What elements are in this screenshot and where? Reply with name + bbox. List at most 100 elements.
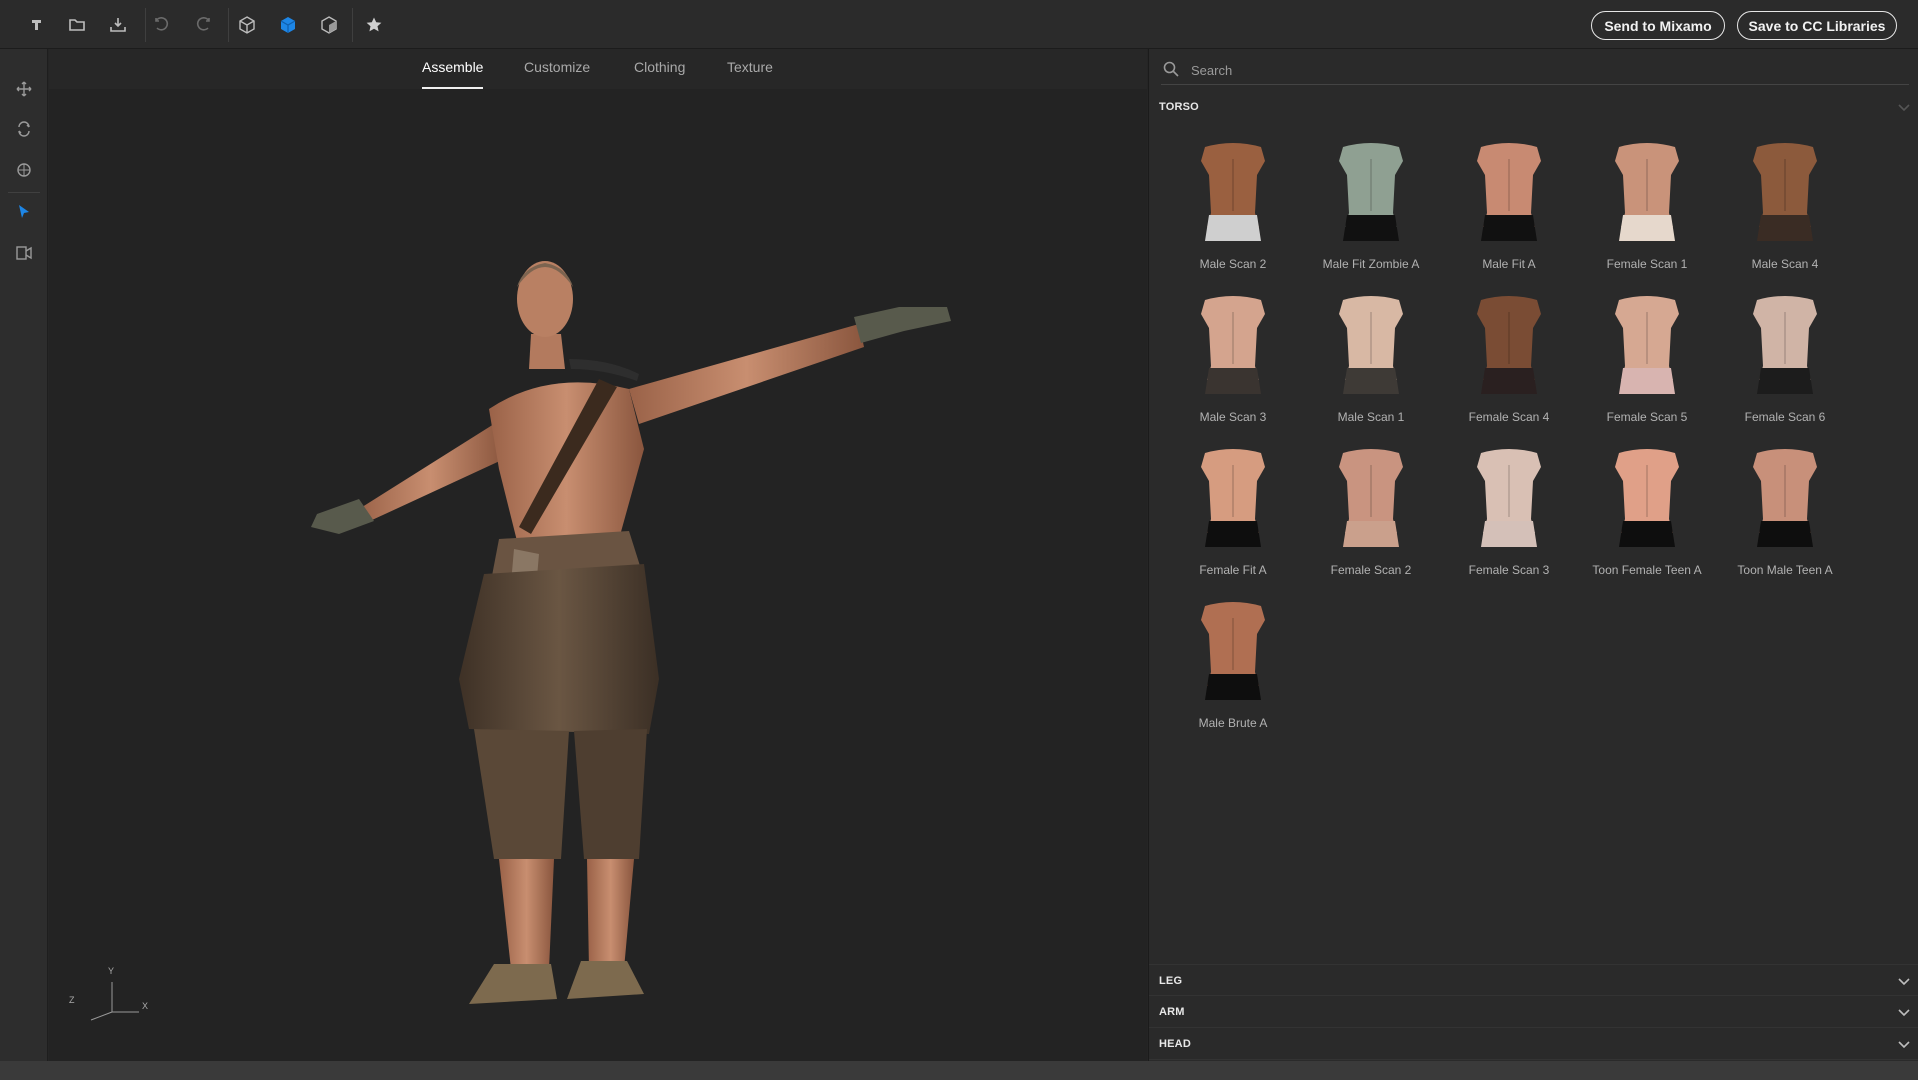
cube-solid-icon[interactable] [275,12,301,38]
tab-clothing[interactable]: Clothing [634,59,685,89]
torso-item[interactable]: Male Scan 3 [1164,282,1302,432]
save-to-cc-libraries-button[interactable]: Save to CC Libraries [1737,11,1897,40]
torso-thumbnail [1477,449,1541,547]
torso-thumbnail [1477,296,1541,394]
cube-shaded-icon[interactable] [316,12,342,38]
torso-item[interactable]: Female Fit A [1164,435,1302,585]
target-icon[interactable] [11,157,37,183]
torso-item[interactable]: Toon Male Teen A [1716,435,1854,585]
chevron-down-icon [1898,1041,1910,1049]
torso-thumbnail [1615,449,1679,547]
cube-outline-icon[interactable] [234,12,260,38]
torso-item[interactable]: Female Scan 1 [1578,129,1716,279]
section-header-arm[interactable]: ARM [1149,996,1918,1028]
3d-viewport[interactable]: Assemble Customize Clothing Texture Y Z … [49,49,1147,1061]
tab-texture[interactable]: Texture [727,59,773,89]
new-file-icon[interactable] [24,12,50,38]
search-icon [1163,61,1179,77]
torso-item[interactable]: Female Scan 3 [1440,435,1578,585]
undo-icon[interactable] [149,12,175,38]
torso-item[interactable]: Male Fit A [1440,129,1578,279]
mode-tabs: Assemble Customize Clothing Texture [49,49,1147,89]
chevron-down-icon [1898,104,1910,112]
axis-gizmo: Y Z X [69,964,149,1034]
torso-item-label: Male Scan 1 [1337,410,1405,424]
section-title: TORSO [1159,101,1199,113]
torso-thumbnail [1339,296,1403,394]
torso-item-label: Female Scan 5 [1606,410,1688,424]
rail-divider [8,192,40,193]
search-input[interactable] [1191,59,1891,81]
chevron-down-icon [1898,978,1910,986]
rotate-icon[interactable] [11,116,37,142]
torso-item-label: Female Scan 1 [1606,257,1688,271]
send-to-mixamo-button[interactable]: Send to Mixamo [1591,11,1725,40]
star-icon[interactable] [361,12,387,38]
torso-item[interactable]: Male Scan 2 [1164,129,1302,279]
torso-item[interactable]: Male Brute A [1164,588,1302,738]
toolbar-divider [228,8,229,42]
torso-item[interactable]: Female Scan 4 [1440,282,1578,432]
top-toolbar: Send to Mixamo Save to CC Libraries [0,0,1918,49]
torso-item-label: Toon Female Teen A [1592,563,1702,577]
torso-item-label: Toon Male Teen A [1737,563,1833,577]
axis-y-label: Y [108,966,115,976]
tab-customize[interactable]: Customize [524,59,590,89]
section-title: ARM [1159,1006,1185,1018]
search-bar [1161,55,1909,85]
torso-thumbnail [1615,143,1679,241]
torso-item-label: Male Scan 2 [1199,257,1267,271]
tab-label: Assemble [422,59,484,75]
save-download-icon[interactable] [105,12,131,38]
torso-thumbnail [1477,143,1541,241]
torso-item[interactable]: Female Scan 6 [1716,282,1854,432]
toolbar-divider [145,8,146,42]
torso-thumbnail [1753,296,1817,394]
axis-z-label: Z [69,995,75,1005]
redo-icon[interactable] [190,12,216,38]
torso-item-label: Female Scan 6 [1744,410,1826,424]
asset-panel: TORSO Male Scan 2 Male Fit Zombie A Male F… [1148,49,1918,1061]
move-icon[interactable] [11,76,37,102]
tab-label: Texture [727,59,773,75]
torso-item-label: Female Scan 4 [1468,410,1550,424]
pointer-icon[interactable] [11,199,37,225]
section-header-head[interactable]: HEAD [1149,1028,1918,1060]
toolbar-divider [352,8,353,42]
torso-item-label: Male Brute A [1198,716,1268,730]
tab-label: Customize [524,59,591,75]
torso-item-label: Male Scan 4 [1751,257,1819,271]
section-title: LEG [1159,975,1183,987]
torso-thumbnail [1615,296,1679,394]
torso-item-label: Male Fit Zombie A [1322,257,1420,271]
section-header-leg[interactable]: LEG [1149,964,1918,996]
axis-x-label: X [142,1001,149,1011]
torso-thumbnail [1339,449,1403,547]
torso-item-label: Female Scan 2 [1330,563,1412,577]
torso-thumbnail [1201,143,1265,241]
torso-item[interactable]: Male Scan 1 [1302,282,1440,432]
torso-item[interactable]: Female Scan 2 [1302,435,1440,585]
torso-thumbnail [1201,449,1265,547]
camera-icon[interactable] [11,240,37,266]
torso-item-label: Female Fit A [1199,563,1267,577]
chevron-down-icon [1898,1009,1910,1017]
torso-item[interactable]: Male Fit Zombie A [1302,129,1440,279]
character-model[interactable] [299,209,1059,1069]
torso-thumbnail [1753,449,1817,547]
tab-label: Clothing [634,59,686,75]
section-title: HEAD [1159,1038,1191,1050]
torso-thumbnail [1339,143,1403,241]
left-tool-rail [0,49,48,1061]
torso-item-label: Male Fit A [1482,257,1536,271]
status-bar [0,1061,1918,1080]
torso-item[interactable]: Female Scan 5 [1578,282,1716,432]
torso-item-label: Female Scan 3 [1468,563,1550,577]
torso-item[interactable]: Toon Female Teen A [1578,435,1716,585]
section-header-torso[interactable]: TORSO [1149,91,1918,123]
torso-thumbnail [1201,296,1265,394]
torso-thumbnail [1201,602,1265,700]
tab-assemble[interactable]: Assemble [422,59,484,89]
torso-item[interactable]: Male Scan 4 [1716,129,1854,279]
open-folder-icon[interactable] [64,12,90,38]
